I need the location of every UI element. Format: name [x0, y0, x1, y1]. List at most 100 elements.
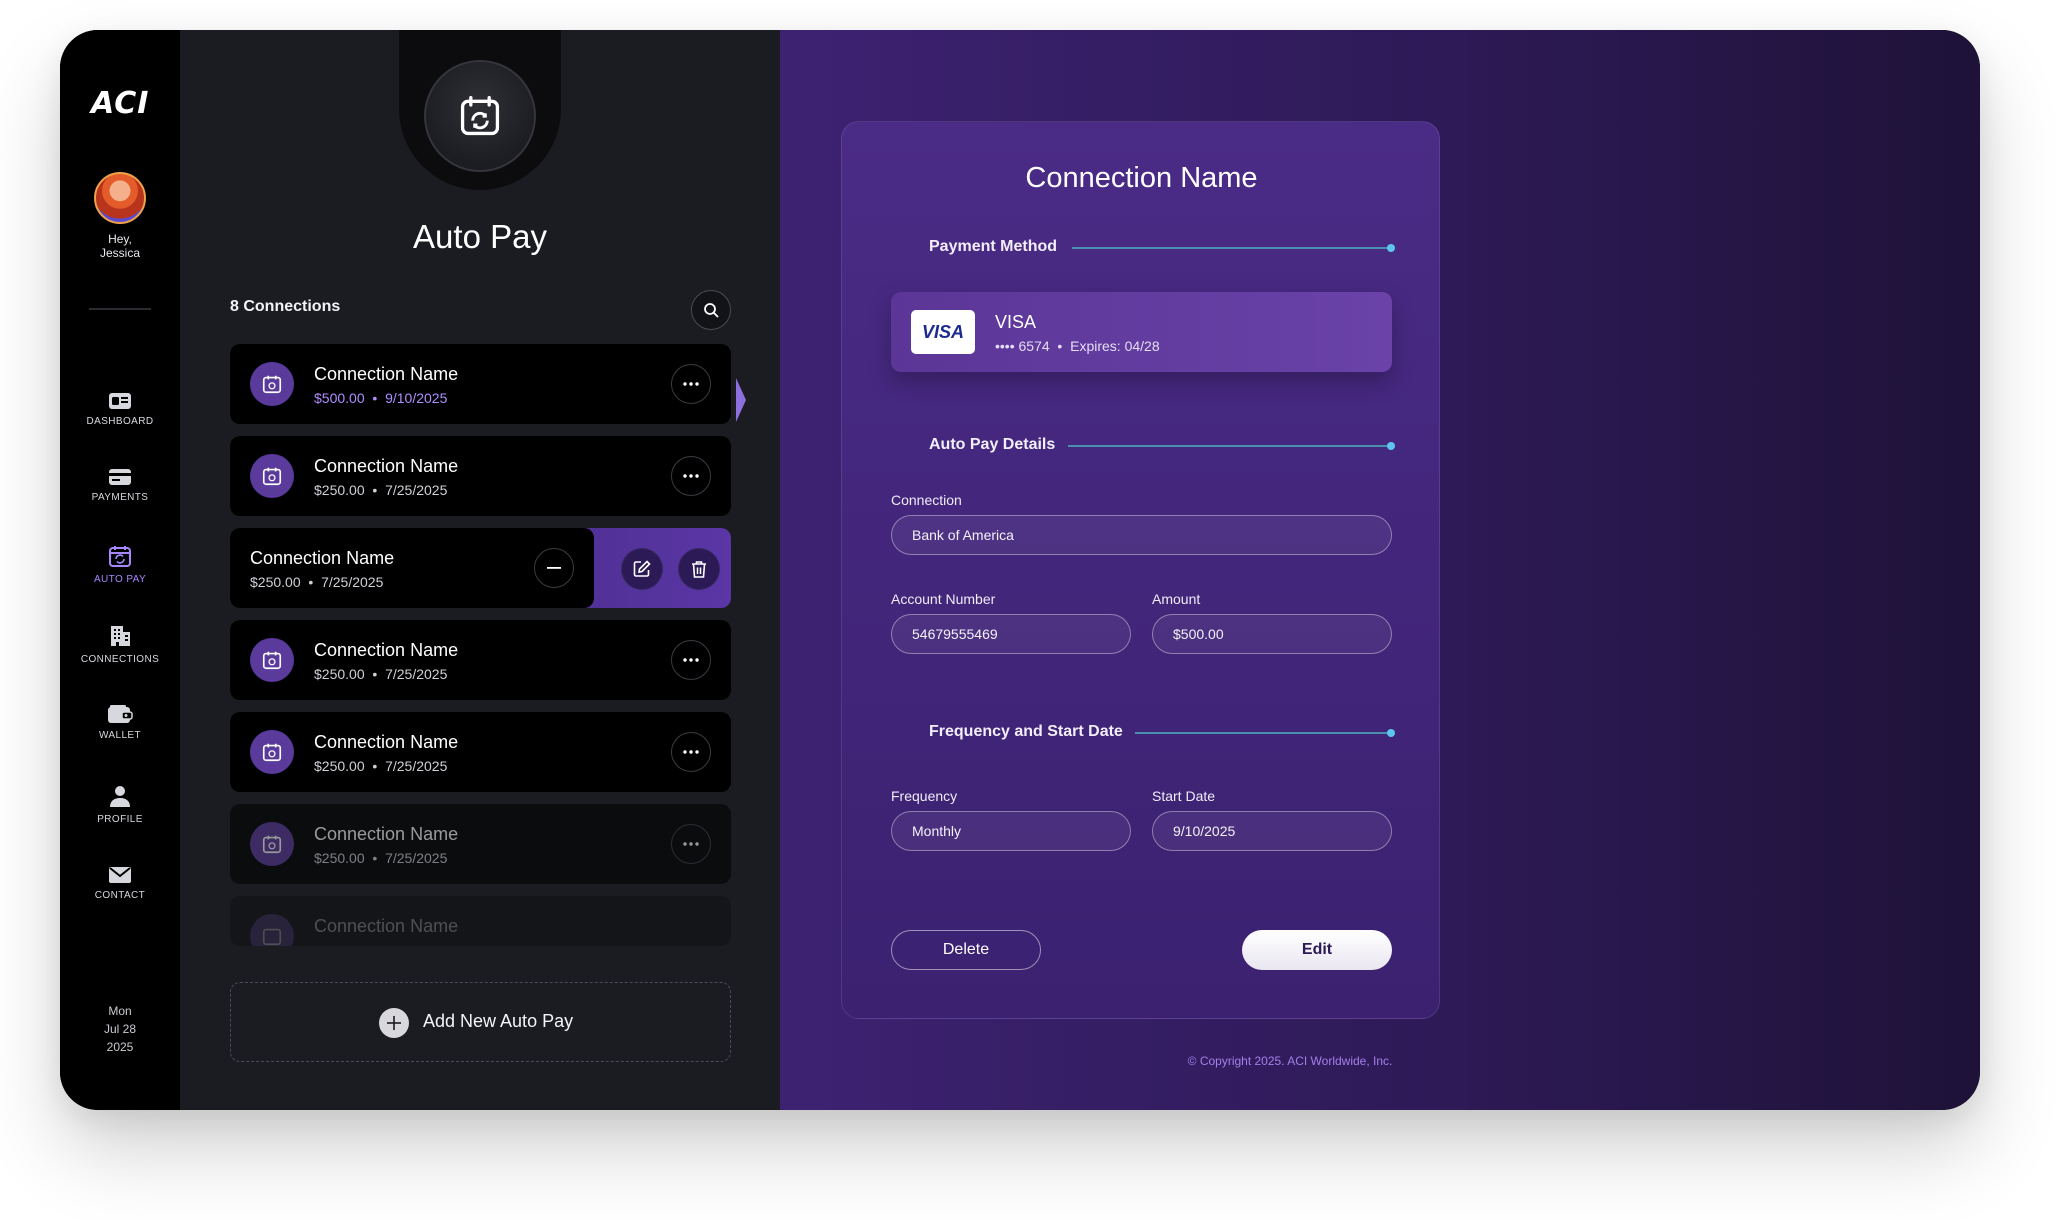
nav-item-wallet[interactable]: WALLET	[60, 704, 180, 741]
row-name: Connection Name	[314, 640, 459, 660]
row-amount: $500.00	[314, 390, 365, 406]
row-name: Connection Name	[314, 364, 459, 384]
wallet-icon	[108, 705, 133, 723]
edit-row-button[interactable]	[621, 548, 663, 590]
section-heading-autopay: Auto Pay Details	[929, 436, 1056, 453]
more-button[interactable]	[671, 456, 711, 496]
start-date-field[interactable]	[1152, 811, 1392, 851]
search-button[interactable]	[691, 290, 731, 330]
calendar-icon	[250, 454, 294, 498]
avatar[interactable]	[94, 172, 146, 224]
person-icon	[110, 786, 130, 807]
plus-icon	[379, 1008, 409, 1038]
visa-logo: VISA	[911, 310, 975, 354]
row-meta: $500.00 • 9/10/2025	[314, 390, 448, 406]
hero-icon-circle	[424, 60, 536, 172]
page-title: Auto Pay	[413, 218, 547, 255]
row-amount: $250.00	[314, 850, 365, 866]
edit-button[interactable]: Edit	[1242, 930, 1392, 970]
row-date: 7/25/2025	[385, 850, 448, 866]
more-button[interactable]	[671, 364, 711, 404]
nav-item-connections[interactable]: CONNECTIONS	[60, 624, 180, 665]
row-amount: $250.00	[314, 482, 365, 498]
connection-detail-card: Connection Name Payment Method VISA VISA…	[841, 121, 1440, 1019]
nav-label-dashboard: DASHBOARD	[86, 416, 154, 427]
list-item[interactable]: Connection Name $500.00 • 9/10/2025	[230, 344, 731, 424]
card-masked-number: •••• 6574	[995, 338, 1050, 354]
more-icon	[683, 750, 699, 754]
nav-label-wallet: WALLET	[98, 730, 142, 741]
more-button[interactable]	[671, 824, 711, 864]
card-expiry: Expires: 04/28	[1070, 338, 1160, 354]
account-number-field[interactable]	[891, 614, 1131, 654]
row-meta: $250.00 • 7/25/2025	[250, 574, 384, 590]
nav-item-payments[interactable]: PAYMENTS	[60, 468, 180, 503]
row-meta: $250.00 • 7/25/2025	[314, 666, 448, 682]
list-item[interactable]: Connection Name $250.00 • 7/25/2025	[230, 620, 731, 700]
trash-icon	[692, 561, 706, 578]
greeting-hey: Hey,	[108, 232, 132, 246]
aci-logo[interactable]: ACI	[91, 86, 151, 121]
calendar-sync-icon	[460, 96, 500, 136]
connection-field[interactable]	[891, 515, 1392, 555]
start-date-label: Start Date	[1152, 788, 1216, 804]
section-heading-frequency: Frequency and Start Date	[929, 723, 1123, 740]
autopay-list-panel: Auto Pay 8 Connections Connection Name $…	[180, 30, 780, 1110]
row-name: Connection Name	[314, 916, 459, 936]
nav-label-contact: CONTACT	[94, 890, 146, 901]
building-icon	[111, 626, 130, 646]
frequency-select[interactable]	[891, 811, 1131, 851]
more-icon	[683, 658, 699, 662]
list-item[interactable]: Connection Name	[230, 896, 731, 946]
delete-row-button[interactable]	[678, 548, 720, 590]
list-item[interactable]: Connection Name $250.00 • 7/25/2025	[230, 712, 731, 792]
current-date: Mon Jul 28 2025	[60, 1002, 180, 1056]
more-button[interactable]	[671, 732, 711, 772]
section-heading-payment: Payment Method	[929, 238, 1058, 255]
detail-panel: Connection Name Payment Method VISA VISA…	[780, 30, 1980, 1110]
payment-method-card[interactable]: VISA VISA •••• 6574 • Expires: 04/28	[891, 292, 1392, 372]
app-window: ACI Hey, Jessica DASHBOARD PAYMENTS AUTO…	[60, 30, 1980, 1110]
list-item[interactable]: Connection Name $250.00 • 7/25/2025	[230, 528, 594, 608]
calendar-icon	[250, 638, 294, 682]
date-date: Jul 28	[103, 1022, 137, 1036]
nav-item-autopay[interactable]: AUTO PAY	[60, 544, 180, 585]
amount-field[interactable]	[1152, 614, 1392, 654]
calendar-icon	[250, 914, 294, 946]
detail-title: Connection Name	[1025, 162, 1258, 194]
section-dot	[1387, 244, 1395, 252]
calendar-icon	[250, 730, 294, 774]
selected-indicator	[736, 378, 746, 422]
minus-icon	[547, 567, 561, 569]
more-icon	[683, 842, 699, 846]
date-year: 2025	[106, 1040, 134, 1054]
row-name: Connection Name	[314, 824, 459, 844]
row-meta: $250.00 • 7/25/2025	[314, 482, 448, 498]
more-button[interactable]	[671, 640, 711, 680]
add-autopay-label: Add New Auto Pay	[423, 1011, 574, 1031]
row-name: Connection Name	[250, 548, 395, 568]
nav-item-contact[interactable]: CONTACT	[60, 866, 180, 901]
nav-item-dashboard[interactable]: DASHBOARD	[60, 392, 180, 427]
list-item[interactable]: Connection Name $250.00 • 7/25/2025	[230, 436, 731, 516]
connections-count: 8 Connections	[230, 298, 341, 315]
calendar-icon	[250, 362, 294, 406]
account-number-label: Account Number	[891, 591, 996, 607]
collapse-button[interactable]	[534, 548, 574, 588]
nav-label-payments: PAYMENTS	[91, 492, 149, 503]
row-date: 7/25/2025	[321, 574, 384, 590]
row-name: Connection Name	[314, 732, 459, 752]
row-amount: $250.00	[314, 666, 365, 682]
list-item[interactable]: Connection Name $250.00 • 7/25/2025	[230, 804, 731, 884]
rail-divider	[89, 308, 151, 310]
row-date: 7/25/2025	[385, 758, 448, 774]
greeting: Hey, Jessica	[60, 232, 180, 260]
card-details: •••• 6574 • Expires: 04/28	[995, 338, 1160, 354]
card-icon	[109, 469, 131, 485]
add-autopay-button[interactable]: Add New Auto Pay	[230, 982, 731, 1062]
row-date: 7/25/2025	[385, 666, 448, 682]
nav-item-profile[interactable]: PROFILE	[60, 784, 180, 825]
section-dot	[1387, 729, 1395, 737]
row-amount: $250.00	[314, 758, 365, 774]
delete-button[interactable]: Delete	[891, 930, 1041, 970]
